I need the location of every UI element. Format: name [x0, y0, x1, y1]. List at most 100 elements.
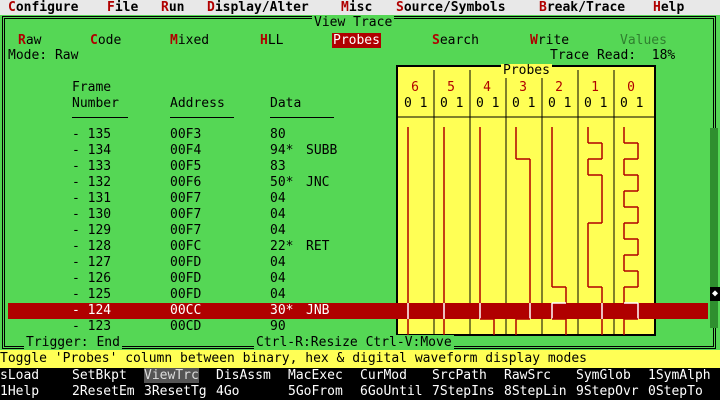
- fkey-label: GoUntil: [367, 384, 423, 399]
- fkey-label: SrcPath: [432, 368, 487, 383]
- fkey-symglob[interactable]: SymGlob: [576, 368, 631, 384]
- address-cell: 00F6: [170, 175, 202, 190]
- frame-cell: - 125: [72, 287, 112, 302]
- fkey-rawsrc[interactable]: RawSrc: [504, 368, 551, 384]
- fkey-number: 6: [360, 384, 368, 399]
- fkey-go[interactable]: 4Go: [216, 384, 240, 400]
- menu-run[interactable]: Run: [161, 0, 184, 15]
- fkey-srcpath[interactable]: SrcPath: [432, 368, 487, 384]
- address-cell: 00F7: [170, 207, 202, 222]
- fkey-curmod[interactable]: CurMod: [360, 368, 407, 384]
- fkey-label: ResetTg: [151, 384, 207, 399]
- fkey-label: SymGlob: [576, 368, 631, 383]
- fkey-stepto[interactable]: 0StepTo: [648, 384, 703, 400]
- data-cell: 94*: [270, 143, 294, 158]
- fkey-help[interactable]: 1Help: [0, 384, 40, 400]
- tab-values[interactable]: Values: [620, 33, 667, 48]
- data-cell: 90: [270, 319, 286, 334]
- fkey-resetem[interactable]: 2ResetEm: [72, 384, 135, 400]
- data-cell: 04: [270, 223, 286, 238]
- window-title: View Trace: [312, 15, 395, 31]
- menu-display-alter[interactable]: Display/Alter: [207, 0, 309, 15]
- data-cell: 04: [270, 207, 286, 222]
- probe-bits: 0 1: [404, 96, 428, 111]
- fkey-label: ResetEm: [79, 384, 135, 399]
- fkey-setbkpt[interactable]: SetBkpt: [72, 368, 127, 384]
- fkey-gofrom[interactable]: 5GoFrom: [288, 384, 343, 400]
- frame-underline: [72, 117, 128, 118]
- fkey-number: s: [0, 368, 8, 383]
- data-cell: 22*: [270, 239, 294, 254]
- frame-cell: - 126: [72, 271, 112, 286]
- fkey-row-1: sLoad SetBkpt ViewTrc DisAssm MacExec Cu…: [0, 368, 720, 384]
- scroll-thumb-icon[interactable]: ◆: [710, 287, 720, 301]
- fkey-label: StepOvr: [583, 384, 639, 399]
- data-header: Data: [270, 96, 302, 111]
- address-cell: 00CC: [170, 303, 202, 318]
- frame-cell: - 128: [72, 239, 112, 254]
- fkey-label: SetBkpt: [72, 368, 127, 383]
- frame-cell: - 134: [72, 143, 112, 158]
- tab-write[interactable]: Write: [530, 33, 569, 48]
- frame-cell: - 124: [72, 303, 112, 318]
- frame-cell: - 132: [72, 175, 112, 190]
- fkey-number: 1: [0, 384, 8, 399]
- tab-hll[interactable]: HLL: [260, 33, 283, 48]
- fkey-viewtrc[interactable]: ViewTrc: [144, 368, 199, 384]
- menu-file[interactable]: File: [107, 0, 138, 15]
- fkey-resettg[interactable]: 3ResetTg: [144, 384, 207, 400]
- menu-configure[interactable]: Configure: [8, 0, 78, 15]
- tab-code[interactable]: Code: [90, 33, 121, 48]
- frame-cell: - 131: [72, 191, 112, 206]
- status-bar: Toggle 'Probes' column between binary, h…: [0, 350, 720, 368]
- address-underline: [170, 117, 234, 118]
- frame-header-line1: Frame: [72, 80, 112, 95]
- fkey-label: SymAlph: [655, 368, 711, 383]
- menu-break-trace[interactable]: Break/Trace: [539, 0, 625, 15]
- probe-bits: 0 1: [512, 96, 536, 111]
- data-cell: 83: [270, 159, 286, 174]
- tab-probes[interactable]: Probes: [332, 33, 381, 48]
- tab-search[interactable]: Search: [432, 33, 479, 48]
- hint-label: Ctrl-R:Resize Ctrl-V:Move: [254, 335, 454, 350]
- probe-number: 4: [483, 80, 491, 95]
- mode-label: Mode: Raw: [8, 48, 81, 63]
- fkey-stepins[interactable]: 7StepIns: [432, 384, 495, 400]
- data-cell: 50*: [270, 175, 294, 190]
- fkey-stepovr[interactable]: 9StepOvr: [576, 384, 639, 400]
- fkey-label: StepTo: [655, 384, 703, 399]
- fkey-label: DisAssm: [216, 368, 271, 383]
- data-cell: 04: [270, 271, 286, 286]
- fkey-label: GoFrom: [295, 384, 343, 399]
- probe-bits: 0 1: [620, 96, 644, 111]
- probe-bits: 0 1: [476, 96, 500, 111]
- address-cell: 00F5: [170, 159, 202, 174]
- probe-number: 0: [627, 80, 635, 95]
- probe-bits: 0 1: [440, 96, 464, 111]
- address-cell: 00F7: [170, 191, 202, 206]
- tab-mixed[interactable]: Mixed: [170, 33, 209, 48]
- menu-source-symbols[interactable]: Source/Symbols: [396, 0, 506, 15]
- fkey-disassm[interactable]: DisAssm: [216, 368, 271, 384]
- frame-cell: - 129: [72, 223, 112, 238]
- fkey-row-2: 1Help 2ResetEm 3ResetTg 4Go 5GoFrom 6GoUntil 7…: [0, 384, 720, 400]
- fkey-load[interactable]: sLoad: [0, 368, 40, 384]
- frame-cell: - 130: [72, 207, 112, 222]
- address-cell: 00FD: [170, 255, 202, 270]
- address-cell: 00FD: [170, 287, 202, 302]
- fkey-steplin[interactable]: 8StepLin: [504, 384, 567, 400]
- fkey-label: CurMod: [360, 368, 407, 383]
- fkey-number: 3: [144, 384, 152, 399]
- fkey-gountil[interactable]: 6GoUntil: [360, 384, 423, 400]
- fkey-label: Load: [7, 368, 40, 383]
- probe-bits: 0 1: [548, 96, 572, 111]
- fkey-label: StepLin: [511, 384, 567, 399]
- tab-raw[interactable]: Raw: [18, 33, 41, 48]
- fkey-symalph[interactable]: 1SymAlph: [648, 368, 711, 384]
- menu-misc[interactable]: Misc: [341, 0, 372, 15]
- frame-header-line2: Number: [72, 96, 119, 111]
- mnemonic-cell: SUBB: [306, 143, 338, 158]
- menu-help[interactable]: Help: [653, 0, 684, 15]
- fkey-number: 7: [432, 384, 440, 399]
- fkey-macexec[interactable]: MacExec: [288, 368, 343, 384]
